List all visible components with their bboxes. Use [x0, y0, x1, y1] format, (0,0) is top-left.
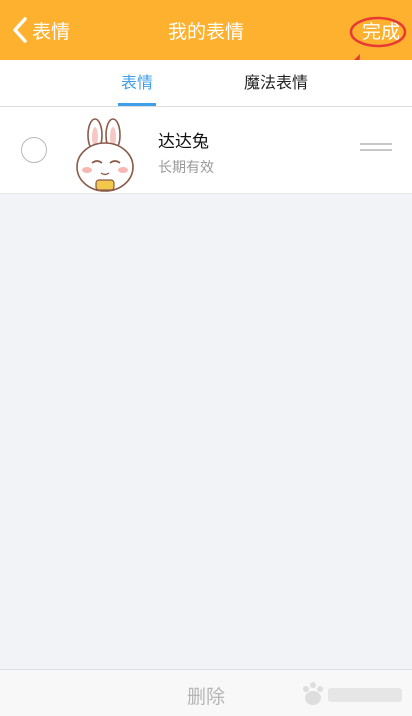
item-validity: 长期有效 — [158, 160, 214, 176]
list-item[interactable]: 达达兔 长期有效 — [0, 107, 412, 194]
tab-magic-emoji-label: 魔法表情 — [243, 73, 308, 92]
annotation-circle — [349, 16, 407, 48]
select-radio[interactable] — [21, 137, 47, 163]
drag-handle-icon[interactable] — [360, 143, 392, 157]
tab-emoji-label: 表情 — [120, 73, 153, 92]
item-name: 达达兔 — [158, 132, 209, 152]
watermark-logo — [303, 682, 402, 705]
tab-magic-emoji[interactable]: 魔法表情 — [236, 60, 316, 106]
bottom-action-bar: 删除 — [0, 669, 412, 716]
rabbit-sticker-thumbnail — [76, 118, 134, 192]
tab-emoji[interactable]: 表情 — [118, 60, 156, 106]
active-tab-indicator — [118, 103, 156, 106]
tab-bar: 表情 魔法表情 — [0, 60, 412, 107]
